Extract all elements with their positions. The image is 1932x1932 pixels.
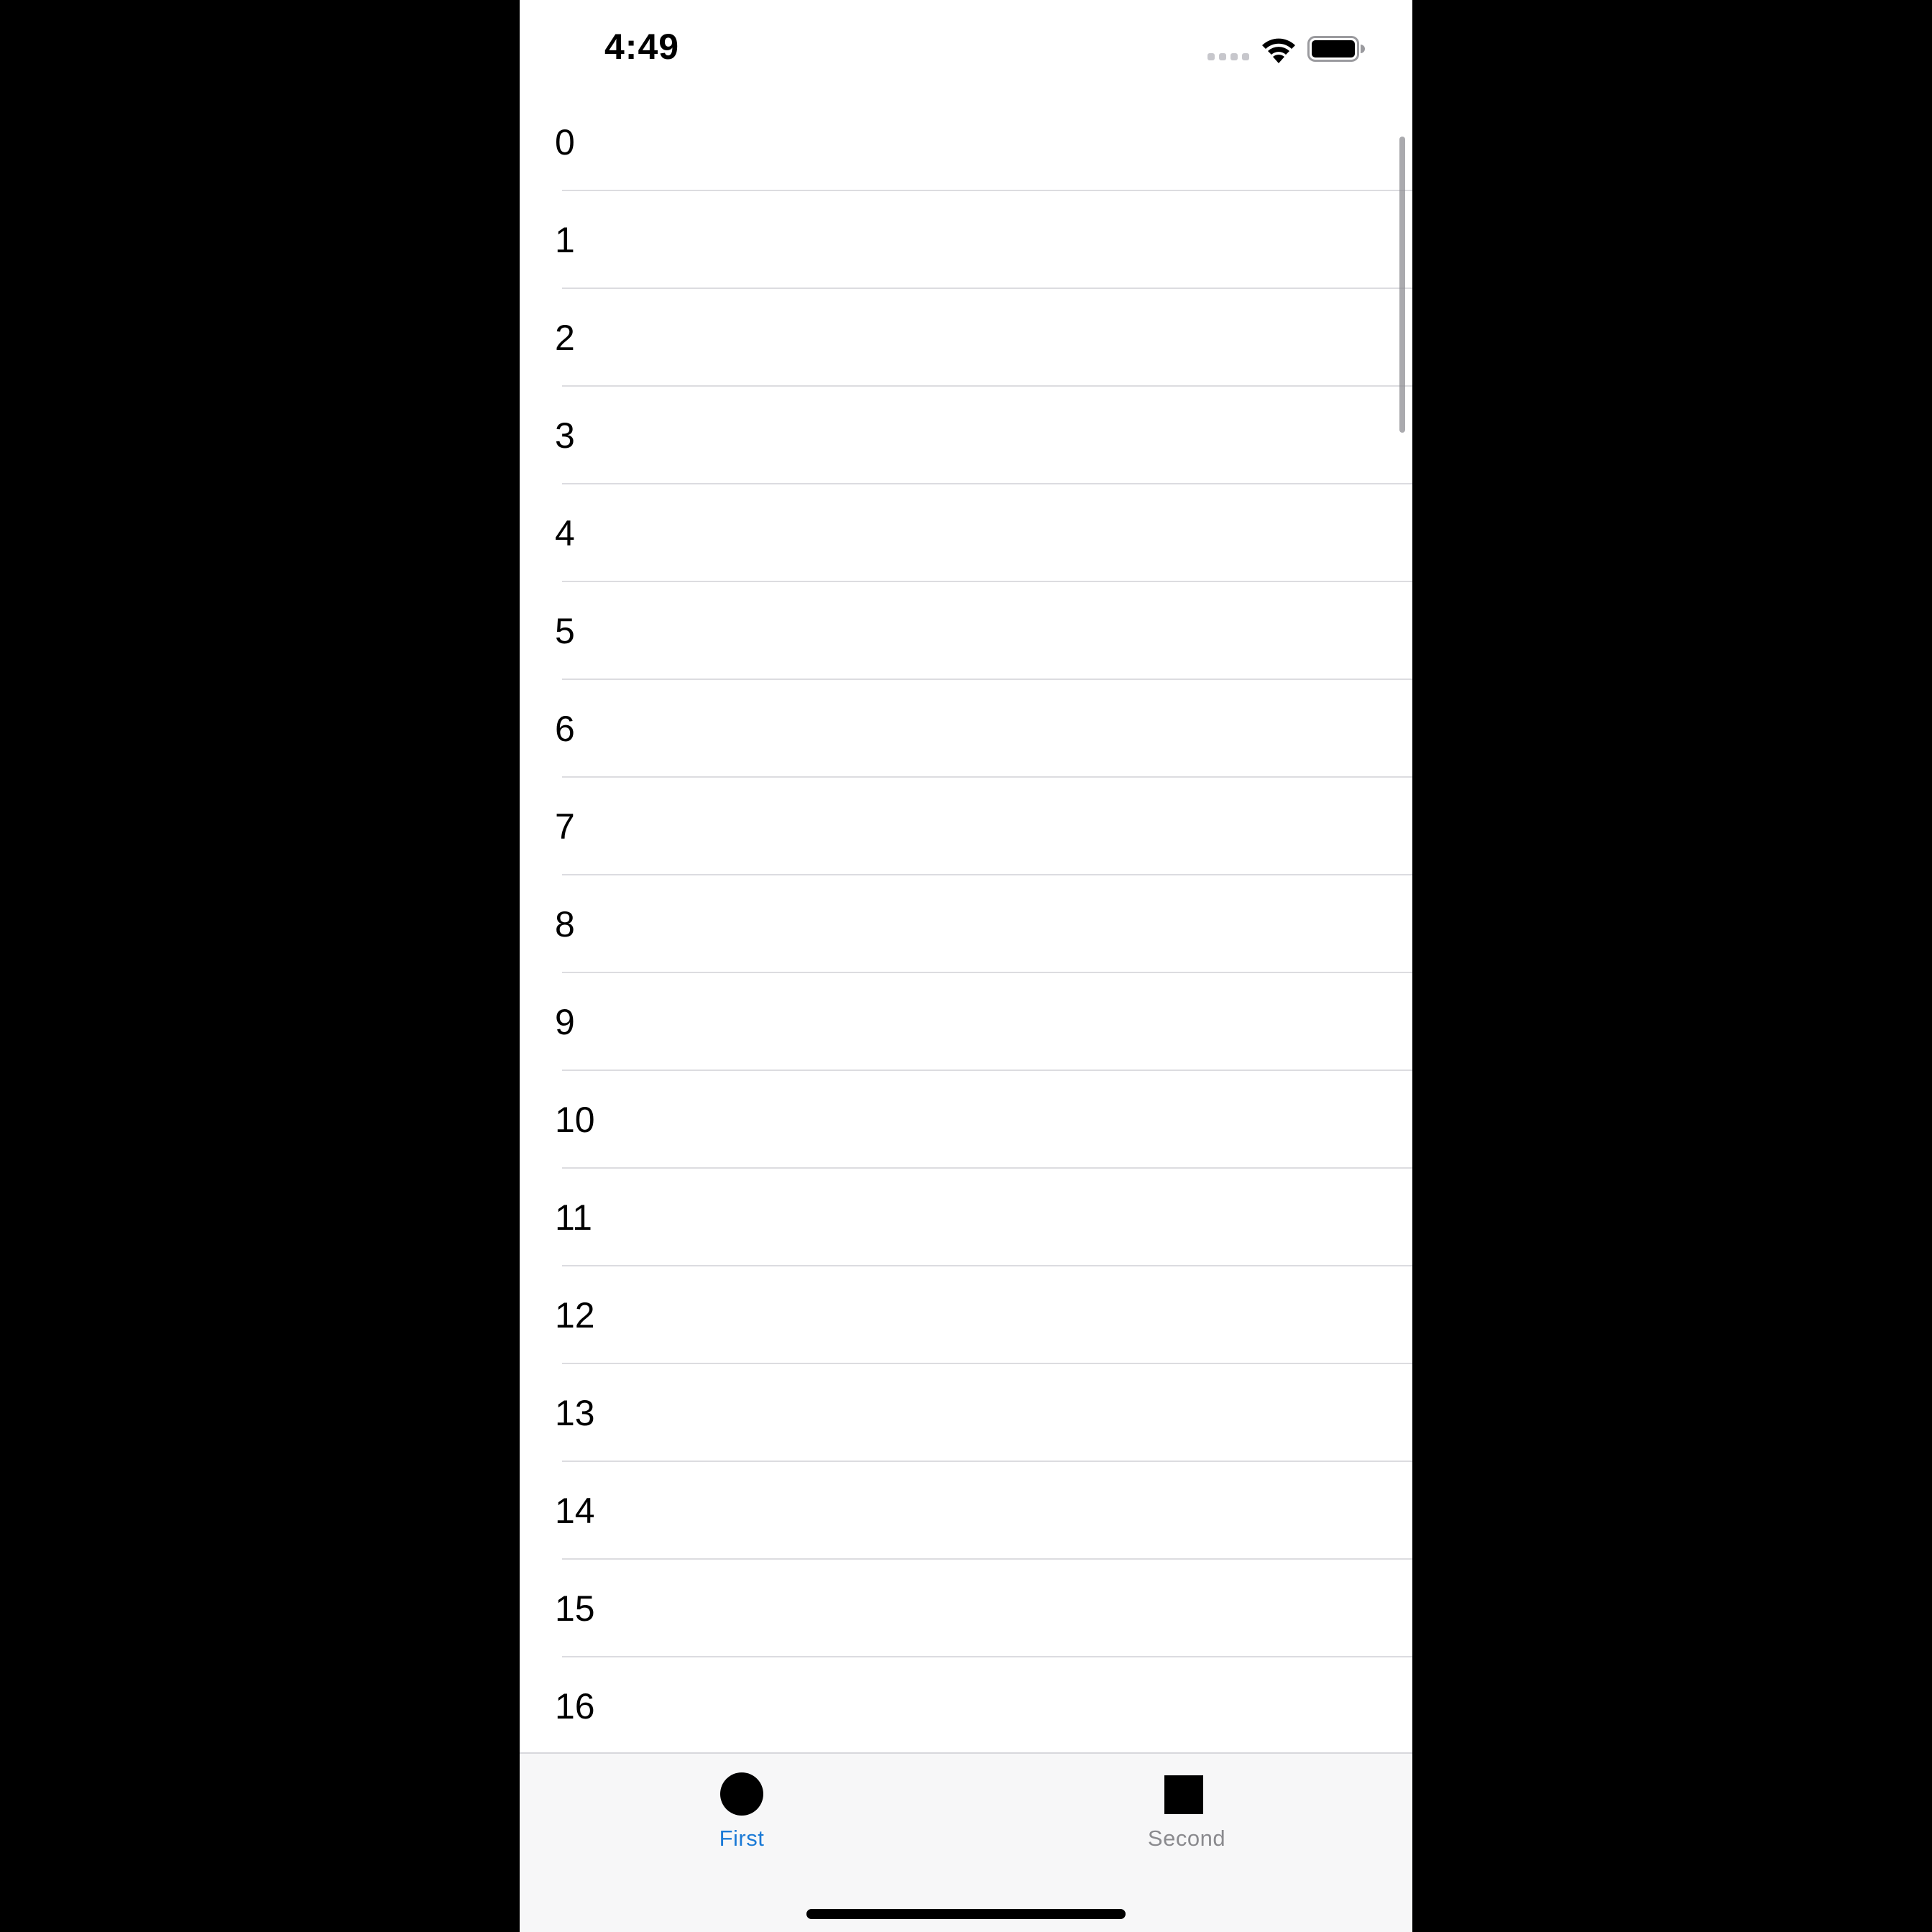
- home-indicator[interactable]: [806, 1909, 1126, 1919]
- cellular-signal-icon: [1208, 53, 1249, 60]
- phone-screen: 4:49 0 1 2 3 4 5 6 7 8 9 10 11 12 13 14 …: [520, 0, 1412, 1932]
- list-item[interactable]: 16: [520, 1657, 1412, 1752]
- status-bar: 4:49: [520, 0, 1412, 93]
- list-item-label: 3: [555, 415, 575, 456]
- list-item[interactable]: 15: [520, 1560, 1412, 1657]
- list-item[interactable]: 11: [520, 1169, 1412, 1266]
- tab-second[interactable]: Second: [1072, 1754, 1302, 1876]
- list-item[interactable]: 7: [520, 778, 1412, 875]
- list-item-label: 6: [555, 709, 575, 749]
- scroll-indicator[interactable]: [1399, 137, 1405, 433]
- list-item-label: 4: [555, 513, 575, 553]
- list-item[interactable]: 3: [520, 387, 1412, 484]
- status-time: 4:49: [604, 27, 680, 67]
- list-item[interactable]: 10: [520, 1071, 1412, 1169]
- tab-first[interactable]: First: [627, 1754, 857, 1876]
- list-item-label: 11: [555, 1197, 592, 1238]
- tab-second-label: Second: [1147, 1826, 1226, 1851]
- wifi-icon: [1259, 33, 1299, 63]
- list-item[interactable]: 1: [520, 191, 1412, 289]
- list-item[interactable]: 14: [520, 1462, 1412, 1560]
- list-item-label: 10: [555, 1100, 595, 1140]
- list-item[interactable]: 0: [520, 93, 1412, 191]
- battery-full-icon: [1307, 36, 1365, 62]
- tab-bar: First Second: [520, 1752, 1412, 1932]
- list-item-label: 9: [555, 1002, 575, 1042]
- number-list[interactable]: 0 1 2 3 4 5 6 7 8 9 10 11 12 13 14 15 16: [520, 93, 1412, 1752]
- list-item[interactable]: 6: [520, 680, 1412, 778]
- tab-first-label: First: [719, 1826, 765, 1851]
- list-item[interactable]: 9: [520, 973, 1412, 1071]
- list-item-label: 16: [555, 1686, 595, 1726]
- square-icon: [1164, 1775, 1203, 1814]
- list-item-label: 12: [555, 1295, 595, 1335]
- list-item-label: 7: [555, 806, 575, 847]
- list-item[interactable]: 8: [520, 875, 1412, 973]
- list-item-label: 14: [555, 1491, 595, 1531]
- list-item-label: 5: [555, 611, 575, 651]
- list-item[interactable]: 13: [520, 1364, 1412, 1462]
- list-item-label: 13: [555, 1393, 595, 1433]
- list-item-label: 0: [555, 122, 575, 162]
- list-item[interactable]: 5: [520, 582, 1412, 680]
- list-item[interactable]: 12: [520, 1266, 1412, 1364]
- list-item-label: 15: [555, 1588, 595, 1629]
- list-item-label: 1: [555, 220, 575, 260]
- circle-icon: [720, 1772, 763, 1816]
- list-item[interactable]: 2: [520, 289, 1412, 387]
- list-item[interactable]: 4: [520, 484, 1412, 582]
- list-item-label: 2: [555, 318, 575, 358]
- list-item-label: 8: [555, 904, 575, 944]
